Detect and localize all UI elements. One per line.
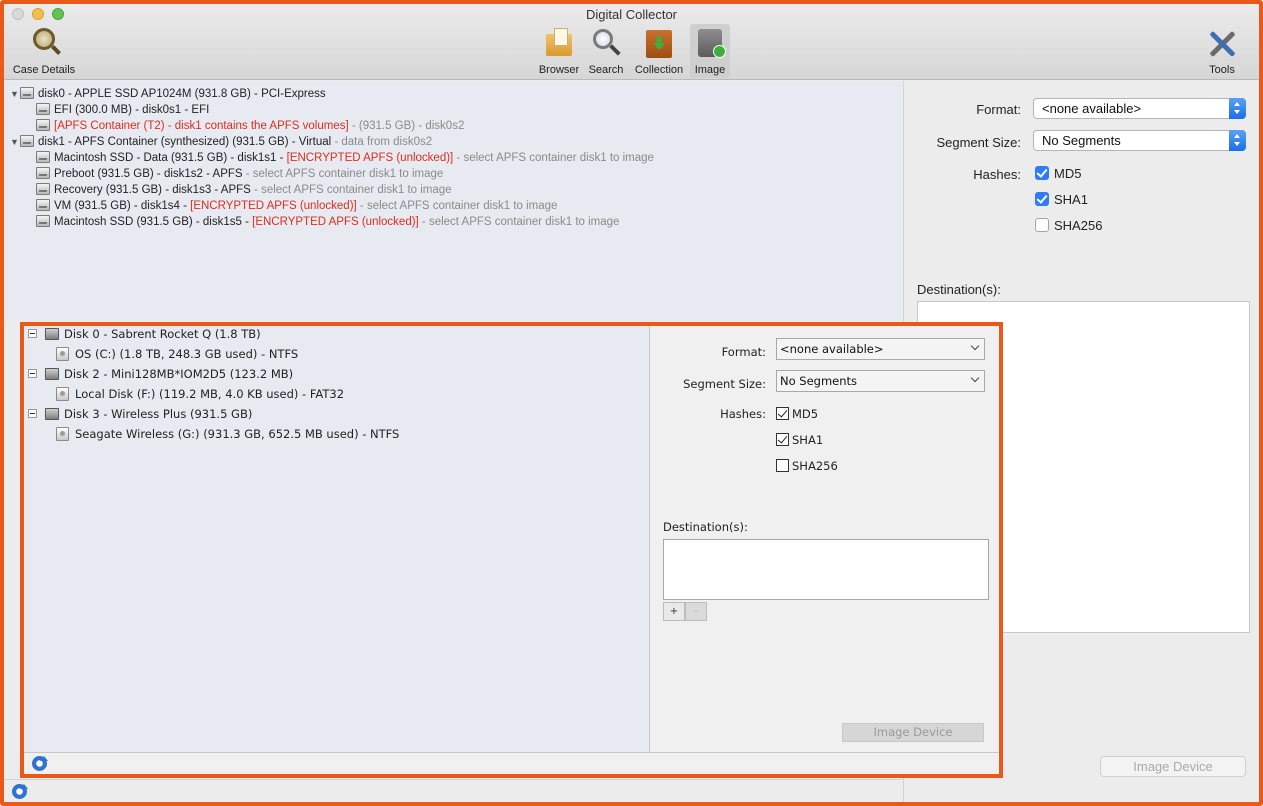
windows-image-options-panel: Format: <none available> Segment Size: N…: [651, 326, 999, 752]
format-label: Format:: [721, 345, 766, 359]
volume-icon: [36, 215, 50, 227]
windows-device-tree: Disk 0 - Sabrent Rocket Q (1.8 TB) OS (C…: [24, 326, 650, 752]
tree-row-volume-g[interactable]: Seagate Wireless (G:) (931.3 GB, 652.5 M…: [56, 424, 399, 444]
case-details-label: Case Details: [12, 64, 76, 76]
volume-icon: [56, 427, 69, 441]
tools-icon: [1205, 26, 1239, 60]
collapse-icon[interactable]: [28, 369, 37, 378]
volume-icon: [36, 119, 50, 131]
hard-drive-icon: [20, 87, 34, 99]
browser-button[interactable]: Browser: [534, 24, 584, 78]
toolbar: Digital Collector Case Details Browser S…: [4, 4, 1259, 80]
tree-row-efi[interactable]: EFI (300.0 MB) - disk0s1 - EFI: [36, 102, 209, 118]
tree-row-disk1[interactable]: ▼ disk1 - APFS Container (synthesized) (9…: [10, 134, 432, 150]
hard-drive-icon: [45, 368, 59, 380]
md5-checkbox[interactable]: MD5: [1035, 166, 1081, 181]
mac-status-bar: [4, 779, 902, 802]
browser-icon: [542, 26, 576, 60]
collapse-icon[interactable]: [28, 409, 37, 418]
checkmark-icon: [776, 433, 789, 446]
hashes-label: Hashes:: [973, 167, 1021, 182]
image-label: Image: [694, 64, 726, 76]
image-button[interactable]: Image: [690, 24, 730, 78]
tree-row-volume[interactable]: VM (931.5 GB) - disk1s4 - [ENCRYPTED APF…: [36, 198, 557, 214]
tree-row-volume-c[interactable]: OS (C:) (1.8 TB, 248.3 GB used) - NTFS: [56, 344, 298, 364]
search-icon: [589, 26, 623, 60]
tree-row-volume-f[interactable]: Local Disk (F:) (119.2 MB, 4.0 KB used) …: [56, 384, 344, 404]
destinations-list[interactable]: [663, 539, 989, 600]
refresh-icon[interactable]: [12, 784, 28, 799]
sha256-checkbox[interactable]: SHA256: [776, 459, 838, 473]
windows-status-bar: [24, 752, 999, 774]
volume-icon: [36, 183, 50, 195]
volume-icon: [36, 167, 50, 179]
checkmark-icon: [1035, 192, 1049, 206]
tree-row-disk3[interactable]: Disk 3 - Wireless Plus (931.5 GB): [28, 404, 252, 424]
tree-row-volume[interactable]: Macintosh SSD - Data (931.5 GB) - disk1s…: [36, 150, 654, 166]
format-select[interactable]: <none available>: [1033, 98, 1246, 119]
destinations-label: Destination(s):: [917, 282, 1001, 297]
volume-icon: [36, 151, 50, 163]
popup-arrows-icon: [1229, 98, 1246, 119]
disk-image-icon: [693, 26, 727, 60]
volume-icon: [36, 103, 50, 115]
collection-label: Collection: [634, 64, 684, 76]
hard-drive-icon: [45, 408, 59, 420]
popup-arrows-icon: [1229, 130, 1246, 151]
hard-drive-icon: [45, 328, 59, 340]
search-label: Search: [588, 64, 624, 76]
tools-button[interactable]: Tools: [1200, 24, 1244, 78]
sha1-checkbox[interactable]: SHA1: [776, 433, 823, 447]
tree-row-disk0[interactable]: ▼ disk0 - APPLE SSD AP1024M (931.8 GB) - …: [10, 86, 326, 102]
destinations-label: Destination(s):: [663, 520, 748, 534]
checkmark-icon: [776, 407, 789, 420]
tree-row-disk0[interactable]: Disk 0 - Sabrent Rocket Q (1.8 TB): [28, 324, 261, 344]
disclosure-triangle-icon[interactable]: ▼: [10, 134, 20, 150]
refresh-icon[interactable]: [32, 756, 48, 771]
volume-icon: [56, 387, 69, 401]
segment-size-label: Segment Size:: [936, 135, 1021, 150]
checkmark-icon: [1035, 166, 1049, 180]
search-button[interactable]: Search: [584, 24, 628, 78]
disclosure-triangle-icon[interactable]: ▼: [10, 86, 20, 102]
remove-destination-button[interactable]: -: [685, 602, 707, 621]
tree-row-apfs-container[interactable]: [APFS Container (T2) - disk1 contains th…: [36, 118, 464, 134]
tree-row-disk2[interactable]: Disk 2 - Mini128MB*IOM2D5 (123.2 MB): [28, 364, 293, 384]
mac-device-tree: ▼ disk0 - APPLE SSD AP1024M (931.8 GB) - …: [4, 81, 902, 321]
collection-button[interactable]: Collection: [628, 24, 690, 78]
case-details-button[interactable]: Case Details: [6, 24, 82, 78]
windows-screenshot-inset: Disk 0 - Sabrent Rocket Q (1.8 TB) OS (C…: [20, 322, 1003, 778]
tools-label: Tools: [1209, 64, 1235, 76]
browser-label: Browser: [538, 64, 580, 76]
format-select[interactable]: <none available>: [776, 338, 985, 360]
volume-icon: [36, 199, 50, 211]
hashes-label: Hashes:: [720, 407, 766, 421]
sha1-checkbox[interactable]: SHA1: [1035, 192, 1088, 207]
tree-row-volume[interactable]: Macintosh SSD (931.5 GB) - disk1s5 - [EN…: [36, 214, 619, 230]
tree-row-volume[interactable]: Preboot (931.5 GB) - disk1s2 - APFS - se…: [36, 166, 443, 182]
tree-row-volume[interactable]: Recovery (931.5 GB) - disk1s3 - APFS - s…: [36, 182, 452, 198]
chevron-down-icon: [970, 341, 980, 351]
collection-icon: [642, 26, 676, 60]
hard-drive-icon: [20, 135, 34, 147]
segment-size-select[interactable]: No Segments: [1033, 130, 1246, 151]
segment-size-select[interactable]: No Segments: [776, 370, 985, 392]
segment-size-label: Segment Size:: [683, 377, 766, 391]
collapse-icon[interactable]: [28, 329, 37, 338]
sha256-checkbox[interactable]: SHA256: [1035, 218, 1102, 233]
md5-checkbox[interactable]: MD5: [776, 407, 818, 421]
format-label: Format:: [976, 102, 1021, 117]
case-details-icon: [27, 26, 61, 60]
chevron-down-icon: [970, 373, 980, 383]
window-title: Digital Collector: [585, 7, 678, 22]
image-device-button[interactable]: Image Device: [842, 723, 984, 742]
volume-icon: [56, 347, 69, 361]
image-device-button[interactable]: Image Device: [1100, 756, 1246, 777]
add-destination-button[interactable]: +: [663, 602, 685, 621]
